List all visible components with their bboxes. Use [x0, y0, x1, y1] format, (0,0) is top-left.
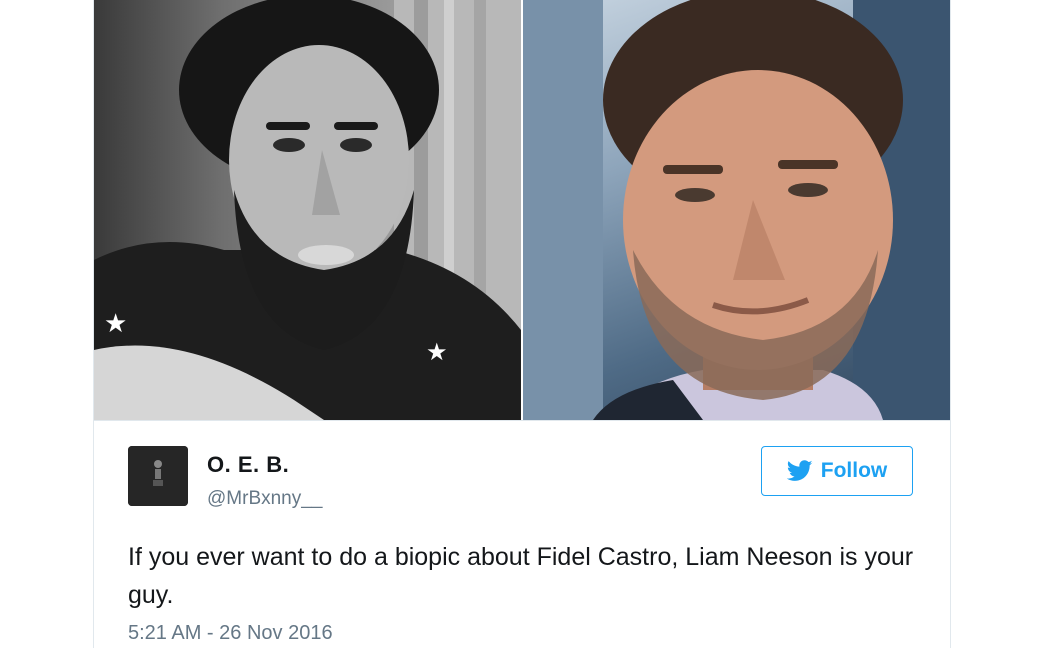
follow-button[interactable]: Follow	[761, 446, 913, 496]
right-portrait-illustration	[523, 0, 950, 420]
right-portrait-photo[interactable]	[523, 0, 950, 420]
follow-button-label: Follow	[820, 459, 888, 482]
bird-icon	[786, 460, 813, 481]
user-handle[interactable]: @MrBxnny__	[207, 488, 322, 510]
left-portrait-illustration: ★ ★	[94, 0, 521, 420]
left-portrait-photo[interactable]: ★ ★	[94, 0, 521, 420]
tweet-timestamp[interactable]: 5:21 AM - 26 Nov 2016	[128, 622, 333, 645]
tweet-media[interactable]: ★ ★	[94, 0, 950, 421]
avatar[interactable]	[128, 446, 188, 506]
tweet-card: ★ ★ O. E. B. @MrBxnny__ Follow If you ev…	[93, 0, 951, 648]
svg-text:★: ★	[426, 338, 448, 366]
tweet-header: O. E. B. @MrBxnny__ Follow	[128, 446, 918, 510]
svg-text:★: ★	[104, 309, 127, 339]
display-name[interactable]: O. E. B.	[207, 452, 289, 478]
avatar-image-icon	[128, 446, 188, 506]
tweet-text: If you ever want to do a biopic about Fi…	[128, 543, 914, 609]
